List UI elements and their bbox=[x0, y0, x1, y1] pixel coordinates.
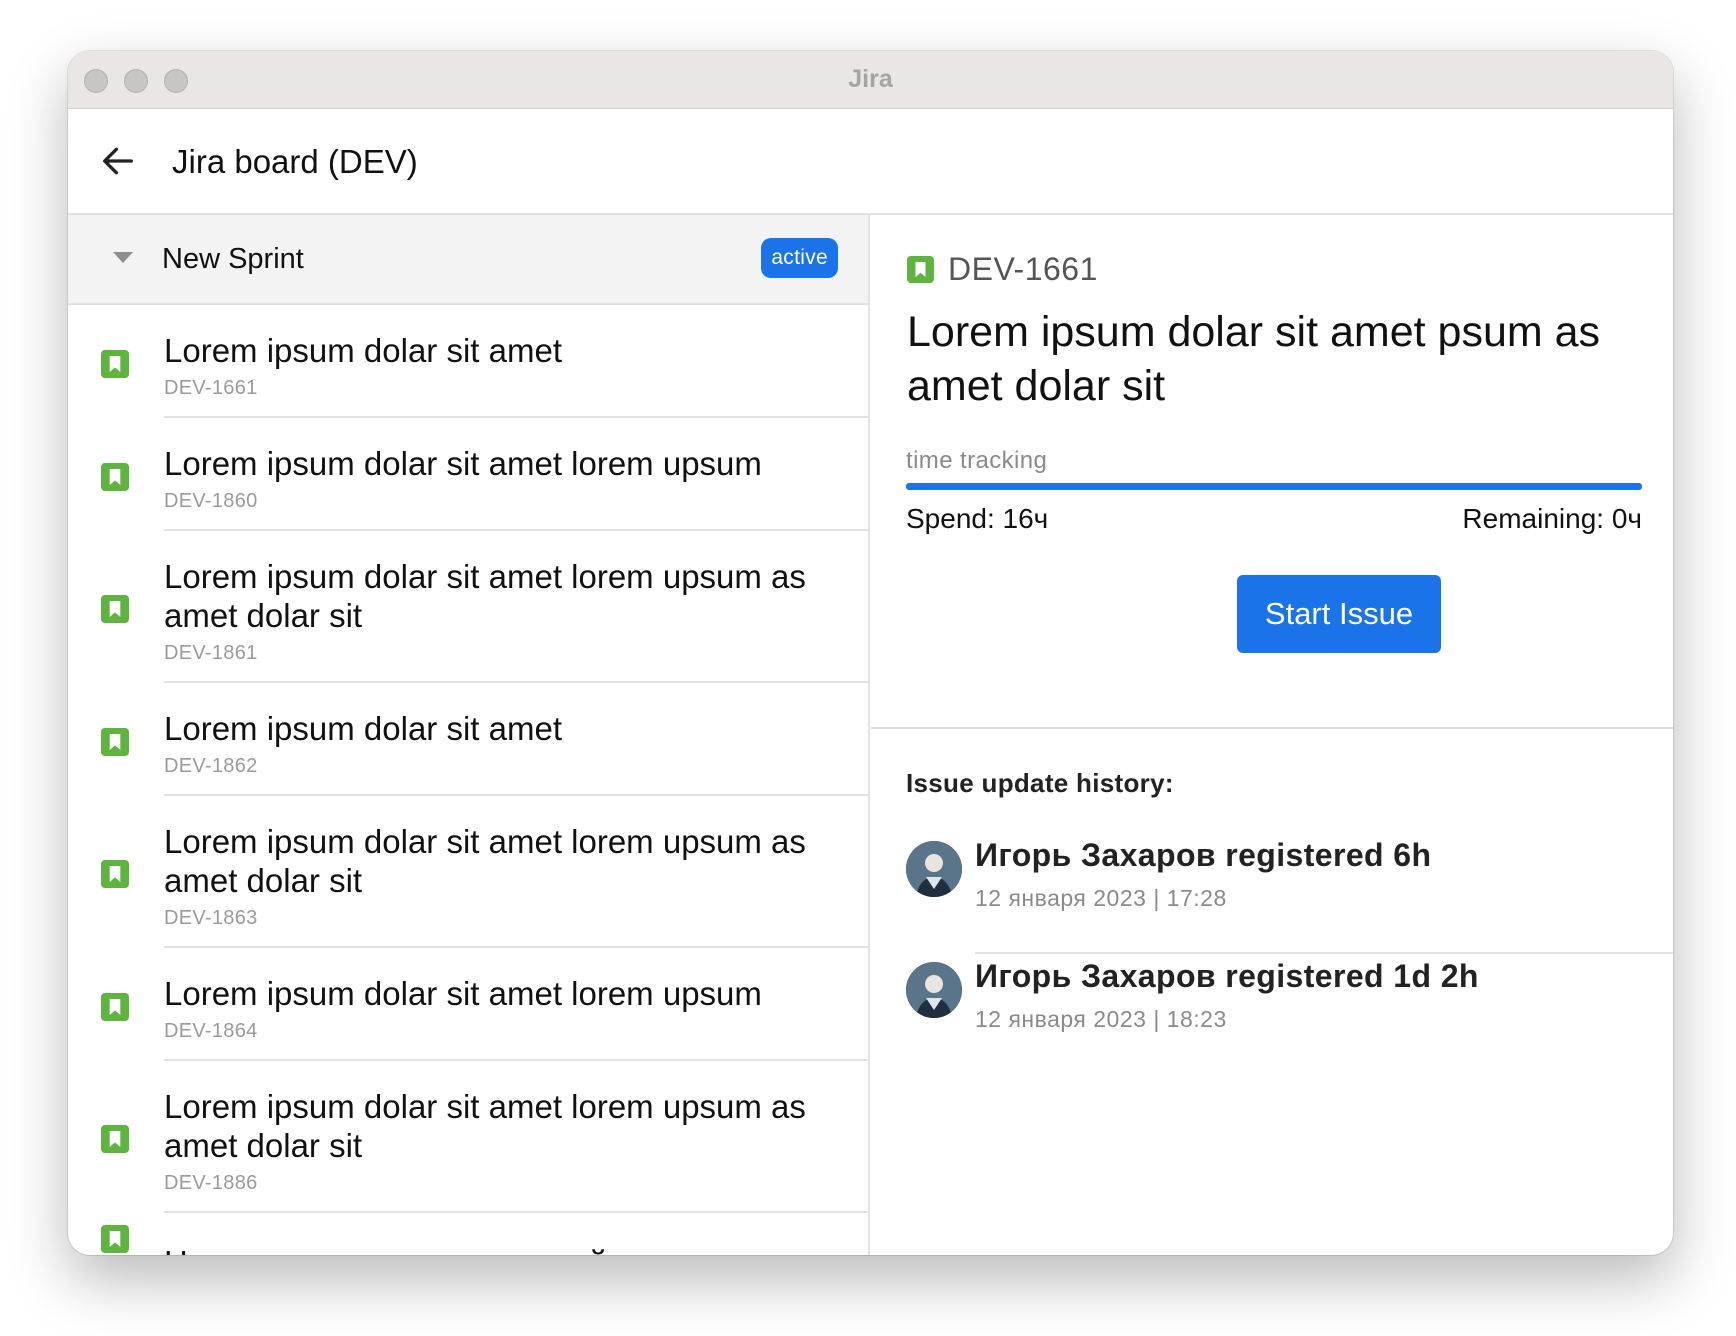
issue-title: Lorem ipsum dolar sit amet psum as amet … bbox=[907, 308, 1601, 410]
list-item[interactable]: Lorem ipsum dolar sit amet DEV-1661 bbox=[68, 305, 868, 418]
history-item: Игорь Захаров registered 6h 12 января 202… bbox=[871, 833, 1673, 954]
story-icon bbox=[101, 860, 129, 888]
issue-item-key: DEV-1861 bbox=[164, 642, 258, 664]
app-bar: Jira board (DEV) bbox=[68, 109, 1673, 215]
title-bar: Jira bbox=[68, 51, 1673, 109]
time-tracking-bar bbox=[906, 483, 1642, 490]
list-item[interactable]: Lorem ipsum dolar sit amet lorem upsum a… bbox=[68, 1061, 868, 1213]
list-item[interactable]: Lorem ipsum dolar sit amet lorem upsum DE… bbox=[68, 948, 868, 1061]
arrow-left-icon bbox=[103, 147, 133, 175]
start-issue-button[interactable]: Start Issue bbox=[1237, 575, 1441, 653]
issue-item-key: DEV-1863 bbox=[164, 907, 258, 929]
issue-item-title: Lorem ipsum dolar sit amet bbox=[164, 332, 562, 369]
issue-item-title: Lorem ipsum dolar sit amet lorem upsum bbox=[164, 445, 762, 482]
list-item[interactable]: Написать сохранение статей для bbox=[68, 1213, 868, 1255]
issue-item-title: Lorem ipsum dolar sit amet bbox=[164, 710, 562, 747]
caret-down-icon[interactable] bbox=[113, 252, 133, 263]
issue-detail: DEV-1661 Lorem ipsum dolar sit amet psum… bbox=[871, 215, 1673, 729]
list-item[interactable]: Lorem ipsum dolar sit amet lorem upsum a… bbox=[68, 531, 868, 683]
list-item[interactable]: Lorem ipsum dolar sit amet lorem upsum a… bbox=[68, 796, 868, 948]
story-icon bbox=[101, 595, 129, 623]
story-icon bbox=[907, 256, 934, 283]
issue-item-title: Написать сохранение статей для bbox=[164, 1243, 848, 1255]
sprint-header[interactable]: New Sprint active bbox=[68, 215, 868, 305]
list-item[interactable]: Lorem ipsum dolar sit amet lorem upsum DE… bbox=[68, 418, 868, 531]
history-list: Игорь Захаров registered 6h 12 января 202… bbox=[871, 833, 1673, 1075]
issue-item-title: Lorem ipsum dolar sit amet lorem upsum a… bbox=[164, 823, 806, 899]
avatar bbox=[906, 841, 962, 897]
issue-list-pane: New Sprint active Lorem ipsum dolar sit … bbox=[68, 215, 870, 1255]
history-date: 12 января 2023 | 18:23 bbox=[975, 1006, 1227, 1032]
window-title: Jira bbox=[848, 65, 893, 93]
issue-item-key: DEV-1864 bbox=[164, 1020, 258, 1042]
story-icon bbox=[101, 992, 129, 1021]
history-text: Игорь Захаров registered 1d 2h bbox=[975, 958, 1479, 994]
issue-item-key: DEV-1860 bbox=[164, 490, 258, 512]
history-title: Issue update history: bbox=[906, 768, 1174, 798]
story-icon bbox=[101, 462, 129, 491]
issue-key: DEV-1661 bbox=[948, 251, 1098, 287]
sprint-name: New Sprint bbox=[162, 243, 304, 275]
story-icon bbox=[101, 1125, 129, 1153]
issue-item-title: Lorem ipsum dolar sit amet lorem upsum bbox=[164, 975, 762, 1012]
issue-item-title: Lorem ipsum dolar sit amet lorem upsum a… bbox=[164, 558, 806, 634]
story-icon bbox=[101, 1225, 129, 1253]
time-spent: Spend: 16ч bbox=[906, 503, 1049, 534]
history-date: 12 января 2023 | 17:28 bbox=[975, 885, 1227, 911]
avatar bbox=[906, 962, 962, 1018]
detail-key-row: DEV-1661 bbox=[907, 251, 1098, 288]
issue-item-key: DEV-1862 bbox=[164, 755, 258, 777]
issue-item-key: DEV-1886 bbox=[164, 1172, 258, 1194]
time-remaining: Remaining: 0ч bbox=[1462, 503, 1642, 534]
issue-list: Lorem ipsum dolar sit amet DEV-1661 Lorem … bbox=[68, 305, 868, 1255]
issue-item-key: DEV-1661 bbox=[164, 377, 258, 399]
time-tracking-fill bbox=[906, 483, 1642, 490]
history-text: Игорь Захаров registered 6h bbox=[975, 837, 1432, 873]
app-window: Jira Jira board (DEV) New Sprint active … bbox=[68, 51, 1673, 1255]
status-badge: active bbox=[761, 238, 838, 278]
story-icon bbox=[101, 349, 129, 378]
time-tracking-label: time tracking bbox=[906, 447, 1048, 474]
board-title: Jira board (DEV) bbox=[172, 143, 418, 180]
story-icon bbox=[101, 727, 129, 756]
issue-item-title: Lorem ipsum dolar sit amet lorem upsum a… bbox=[164, 1088, 806, 1164]
list-item[interactable]: Lorem ipsum dolar sit amet DEV-1862 bbox=[68, 683, 868, 796]
back-button[interactable] bbox=[98, 141, 142, 185]
issue-detail-pane: DEV-1661 Lorem ipsum dolar sit amet psum… bbox=[871, 215, 1673, 1255]
history-item: Игорь Захаров registered 1d 2h 12 января … bbox=[871, 954, 1673, 1075]
